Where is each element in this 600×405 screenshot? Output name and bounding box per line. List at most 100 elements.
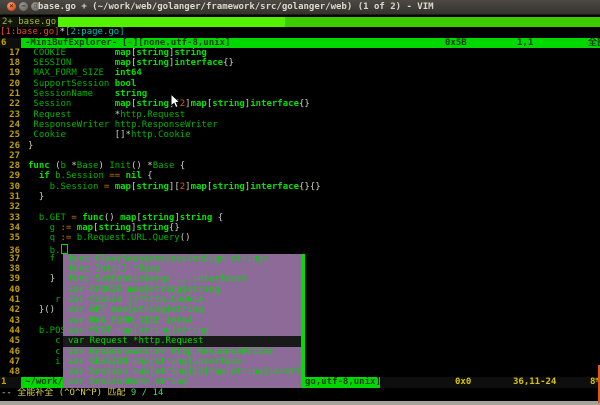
buffer-number: 1	[0, 377, 21, 387]
code-line: 35 q := b.Request.URL.Query()	[0, 233, 600, 243]
code-line: 27	[0, 151, 600, 161]
window-title: base.go + (~/work/web/golanger/framework…	[38, 2, 434, 12]
code-text: b.GET = func() map[string]string {	[28, 213, 223, 223]
line-number: 44	[0, 326, 20, 336]
completion-item-selected[interactable]: var Request *http.Request	[63, 336, 305, 346]
mbe-cursor-pos: 1,1	[517, 38, 533, 48]
line-number: 28	[0, 161, 20, 171]
window-bottom-edge	[0, 401, 600, 405]
code-text: b.	[28, 246, 68, 254]
line-number: 33	[0, 213, 20, 223]
line-number: 23	[0, 110, 20, 120]
code-text: Request *http.Request	[28, 110, 185, 120]
mouse-cursor-icon	[170, 94, 182, 110]
buffer-tab-base-go[interactable]: [1:base.go]	[0, 27, 60, 37]
code-line: 18 SESSION map[string]interface{}	[0, 58, 600, 68]
code-line: 31 }	[0, 192, 600, 202]
cursor-pos: 36,11-24	[513, 377, 556, 387]
line-number: 22	[0, 99, 20, 109]
mbe-flags: [-][none,utf-8,unix]	[122, 38, 230, 48]
code-line: 29 if b.Session == nil {	[0, 171, 600, 181]
mode-dashes: --	[1, 388, 17, 398]
completion-item[interactable]: var SESSION map[string]interface	[63, 357, 305, 367]
completion-item[interactable]: var GET map[string]string	[63, 305, 305, 315]
code-text: Cookie []*http.Cookie	[28, 130, 191, 140]
code-line: 32	[0, 202, 600, 212]
code-line: 28 func (b *Base) Init() *Base {	[0, 161, 600, 171]
line-number: 29	[0, 171, 20, 181]
line-number: 42	[0, 305, 20, 315]
char-hex: 0x0	[455, 377, 471, 387]
code-text: ResponseWriter http.ResponseWriter	[28, 120, 218, 130]
line-number: 19	[0, 68, 20, 78]
buffer-tab-page-go[interactable]: [2:page.go]	[65, 27, 125, 37]
code-text: c	[28, 336, 61, 346]
line-number: 35	[0, 233, 20, 243]
completion-item[interactable]: var Session map[string][2]map[string]int…	[63, 367, 305, 377]
code-text: f	[28, 254, 55, 264]
code-line: 23 Request *http.Request	[0, 110, 600, 120]
code-text: b.POS	[28, 326, 66, 336]
code-text: }()	[28, 305, 55, 315]
code-text: func (b *Base) Init() *Base {	[28, 161, 185, 171]
popup-scrollbar[interactable]	[301, 254, 305, 388]
line-number: 32	[0, 202, 20, 212]
mbe-scroll-pct: 全部	[588, 38, 600, 48]
line-number: 48	[0, 367, 20, 377]
code-text: c	[28, 347, 61, 357]
line-number: 27	[0, 151, 20, 161]
line-number: 38	[0, 264, 20, 274]
completion-mode-message: 全能补全 (^O^N^P) 匹配	[17, 388, 131, 398]
code-line: 25 Cookie []*http.Cookie	[0, 130, 600, 140]
completion-item[interactable]: var MAX_FORM_SIZE int64	[63, 316, 305, 326]
line-number: 36	[0, 246, 20, 254]
completion-item[interactable]: var POST map[string]string	[63, 326, 305, 336]
match-count: 9 / 14	[131, 388, 164, 398]
completion-item[interactable]: var ResponseWriter http.ResponseWriter	[63, 347, 305, 357]
close-button[interactable]: ×	[7, 2, 16, 11]
completion-item[interactable]: func ClearSession(sessionSign string)	[63, 254, 305, 264]
completion-item[interactable]: var COOKIE map[string]string	[63, 285, 305, 295]
code-line: 19 MAX_FORM_SIZE int64	[0, 68, 600, 78]
code-line: 20 SupportSession bool	[0, 79, 600, 89]
line-number: 34	[0, 223, 20, 233]
tabline: 2+ base.go	[0, 17, 600, 27]
minimize-button[interactable]: −	[19, 2, 28, 11]
code-line: 34 g := map[string]string{}	[0, 223, 600, 233]
code-text: }	[28, 141, 33, 151]
code-text: COOKIE map[string]string	[28, 48, 207, 58]
code-text: SessionName string	[28, 89, 147, 99]
mbe-buffer-number: 6	[0, 38, 21, 48]
minibufexplorer-list: [1:base.go]*[2:page.go]	[0, 27, 600, 37]
line-number: 25	[0, 130, 20, 140]
completion-item[interactable]: func Init() *Base	[63, 264, 305, 274]
line-number: 18	[0, 58, 20, 68]
code-text: }	[28, 274, 55, 284]
completion-item[interactable]: var Cookie []*http.Cookie	[63, 295, 305, 305]
completion-item[interactable]: func SetCookie(args ...interface)	[63, 274, 305, 284]
line-number: 43	[0, 316, 20, 326]
file-format: go,utf-8,unix]	[305, 377, 381, 387]
line-number: 46	[0, 347, 20, 357]
code-line: 21 SessionName string	[0, 89, 600, 99]
code-text: MAX_FORM_SIZE int64	[28, 68, 142, 78]
code-line: 30 b.Session = map[string][2]map[string]…	[0, 182, 600, 192]
minibufexplorer-statusline: 6 -MiniBufExplorer- [-][none,utf-8,unix]…	[0, 38, 600, 48]
code-text: i	[28, 357, 61, 367]
line-number: 26	[0, 141, 20, 151]
tab-base-go[interactable]: 2+ base.go	[0, 17, 58, 27]
text-cursor	[61, 244, 68, 254]
line-number: 20	[0, 79, 20, 89]
line-number: 39	[0, 274, 20, 284]
code-text: SupportSession bool	[28, 79, 136, 89]
line-number: 30	[0, 182, 20, 192]
code-text: SESSION map[string]interface{}	[28, 58, 234, 68]
code-text: if b.Session == nil {	[28, 171, 153, 181]
mbe-char-hex: 0x5B	[445, 38, 467, 48]
completion-item[interactable]: var SessionName string	[63, 377, 305, 387]
mbe-title: -MiniBufExplorer-	[25, 38, 117, 48]
line-number: 31	[0, 192, 20, 202]
vim-command-line: -- 全能补全 (^O^N^P) 匹配 9 / 14	[0, 388, 600, 400]
code-text: g := map[string]string{}	[28, 223, 180, 233]
line-number: 21	[0, 89, 20, 99]
